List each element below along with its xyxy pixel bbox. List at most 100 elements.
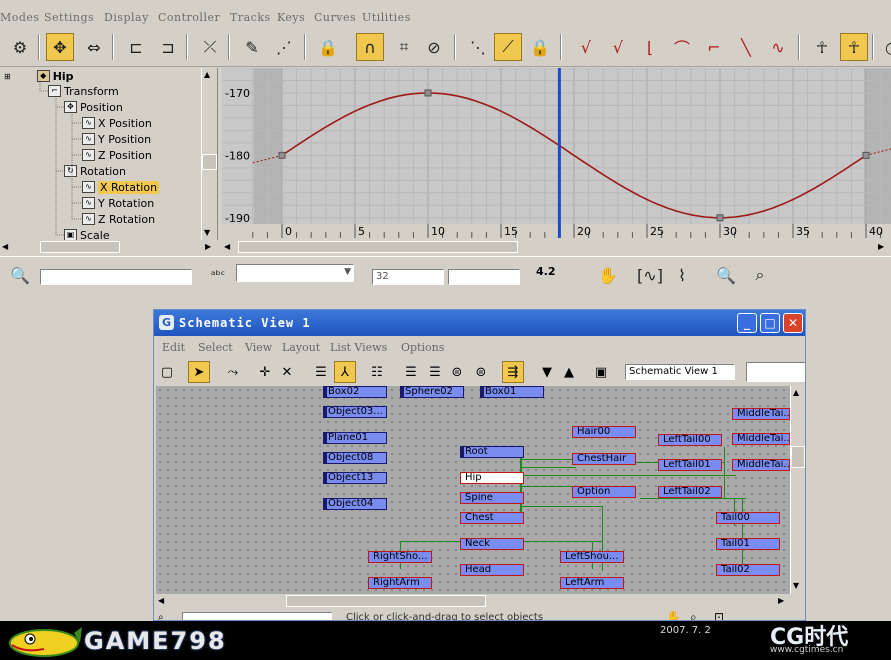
zoom-icon[interactable]: ⌕: [690, 610, 697, 620]
time-ruler[interactable]: 0 5 10 15 20 25 30 35 40: [222, 224, 891, 238]
node-option[interactable]: Option: [572, 486, 636, 498]
menu-tracks[interactable]: Tracks: [230, 11, 271, 24]
schematic-menu-view[interactable]: View: [245, 341, 272, 354]
node-object08[interactable]: Object08: [323, 452, 387, 464]
node-plane01[interactable]: Plane01: [323, 432, 387, 444]
frame-horizontal-icon[interactable]: [∿]: [636, 261, 664, 289]
scale-keys-icon[interactable]: ⊏: [122, 33, 150, 61]
node-hip[interactable]: Hip: [460, 472, 524, 484]
display-floater-icon[interactable]: ▢: [156, 361, 178, 383]
node-hair00[interactable]: Hair00: [572, 426, 636, 438]
node-chesthair[interactable]: ChestHair: [572, 453, 636, 465]
linear-tangent-icon[interactable]: ╲: [732, 33, 760, 61]
select-arrow-icon[interactable]: ➤: [188, 361, 210, 383]
value-field[interactable]: [448, 269, 520, 285]
node-lefttail02[interactable]: LeftTail02: [658, 486, 722, 498]
select-by-name-icon[interactable]: ᵃᵇᶜ: [204, 261, 232, 289]
tree-scroll-thumb[interactable]: [202, 154, 217, 170]
menu-controller[interactable]: Controller: [158, 11, 220, 24]
node-tail00[interactable]: Tail00: [716, 512, 780, 524]
add-keys-icon[interactable]: ⤫: [196, 33, 224, 61]
node-object03[interactable]: Object03...: [323, 406, 387, 418]
node-middletail-3[interactable]: MiddleTai...: [732, 459, 790, 471]
always-arrange-icon[interactable]: ☷: [366, 361, 388, 383]
node-neck[interactable]: Neck: [460, 538, 524, 550]
preferences-icon[interactable]: ▣: [590, 361, 612, 383]
schematic-canvas[interactable]: Box02 Sphere02 Box01 Object03... Plane01…: [156, 386, 790, 594]
schematic-menu-select[interactable]: Select: [198, 341, 233, 354]
schematic-menu-layout[interactable]: Layout: [282, 341, 320, 354]
node-leftarm[interactable]: LeftArm: [560, 577, 624, 589]
zoom-region-icon[interactable]: ⊡: [714, 610, 724, 620]
node-spine[interactable]: Spine: [460, 492, 524, 504]
node-tail02[interactable]: Tail02: [716, 564, 780, 576]
curve-hscroll-thumb[interactable]: [238, 241, 518, 253]
search-field[interactable]: [746, 362, 805, 382]
curve-horizontal-scrollbar[interactable]: ◀ ▶: [222, 240, 891, 254]
connect-icon[interactable]: ⤳: [222, 361, 244, 383]
maximize-button[interactable]: □: [760, 313, 780, 333]
filter-icon[interactable]: ⚙: [6, 33, 34, 61]
draw-curves-icon[interactable]: ✎: [238, 33, 266, 61]
pan-hand-icon[interactable]: ✋: [666, 610, 681, 620]
node-leftshou[interactable]: LeftShou...: [560, 551, 624, 563]
reduce-keys-icon[interactable]: ⋰: [270, 33, 298, 61]
show-tangents-icon[interactable]: ⌗: [390, 33, 418, 61]
references-mode-icon[interactable]: ⅄: [334, 361, 356, 383]
align-left-icon[interactable]: ⊜: [446, 361, 468, 383]
fast-tangent-icon[interactable]: ⌊: [636, 33, 664, 61]
hierarchy-mode-icon[interactable]: ☰: [310, 361, 332, 383]
track-selection-dropdown[interactable]: ▼: [236, 264, 354, 282]
step-tangent-icon[interactable]: ⌐: [700, 33, 728, 61]
view-name-field[interactable]: Schematic View 1: [625, 364, 735, 380]
align-right-icon[interactable]: ⊜: [470, 361, 492, 383]
tree-horizontal-scrollbar[interactable]: ◀ ▶: [0, 240, 217, 254]
node-object13[interactable]: Object13: [323, 472, 387, 484]
function-curve-graph[interactable]: -170 -180 -190: [222, 68, 891, 224]
filter-up-icon[interactable]: ▲: [558, 361, 580, 383]
snap-frames-icon[interactable]: ∩: [356, 33, 384, 61]
slow-tangent-icon[interactable]: ⌒: [668, 33, 696, 61]
expand-selected-icon[interactable]: ☰: [400, 361, 422, 383]
node-box02[interactable]: Box02: [323, 386, 387, 398]
node-rightarm[interactable]: RightArm: [368, 577, 432, 589]
minimize-button[interactable]: _: [737, 313, 757, 333]
node-head[interactable]: Head: [460, 564, 524, 576]
schematic-vscroll-thumb[interactable]: [791, 446, 805, 468]
menu-settings[interactable]: Settings: [44, 11, 94, 24]
auto-tangent-icon[interactable]: √: [572, 33, 600, 61]
node-tail01[interactable]: Tail01: [716, 538, 780, 550]
object-name-field[interactable]: [40, 269, 192, 285]
tree-vertical-scrollbar[interactable]: ▲ ▼: [201, 68, 217, 240]
node-lefttail00[interactable]: LeftTail00: [658, 434, 722, 446]
smooth-tangent-icon[interactable]: ∿: [764, 33, 792, 61]
schematic-vertical-scrollbar[interactable]: ▲ ▼: [790, 386, 805, 594]
zoom-selected-object-icon[interactable]: 🔍: [6, 261, 34, 289]
schematic-horizontal-scrollbar[interactable]: ◀ ▶: [156, 594, 790, 608]
schematic-name-field[interactable]: [182, 612, 332, 620]
scale-values-icon[interactable]: ⊐: [154, 33, 182, 61]
more-icon[interactable]: ○: [878, 33, 891, 61]
tree-hscroll-thumb[interactable]: [40, 241, 120, 253]
move-keys-icon[interactable]: ✥: [46, 33, 74, 61]
show-biped-icon[interactable]: ☥: [840, 33, 868, 61]
menu-utilities[interactable]: Utilities: [362, 11, 411, 24]
filter-down-icon[interactable]: ▼: [536, 361, 558, 383]
frame-field[interactable]: 32: [372, 269, 444, 285]
parameter-wiring-icon[interactable]: ✛: [254, 361, 276, 383]
show-links-icon[interactable]: ⇶: [502, 361, 524, 383]
pan-hand-icon[interactable]: ✋: [594, 261, 622, 289]
close-button[interactable]: ✕: [783, 313, 803, 333]
schematic-menu-list-views[interactable]: List Views: [330, 341, 387, 354]
menu-curves[interactable]: Curves: [314, 11, 356, 24]
node-root[interactable]: Root: [460, 446, 524, 458]
menu-modes[interactable]: Modes: [0, 11, 40, 24]
lock-selection-icon[interactable]: 🔒: [314, 33, 342, 61]
frame-values-icon[interactable]: ⌇: [668, 261, 696, 289]
zoom-icon[interactable]: 🔍: [712, 261, 740, 289]
schematic-hscroll-thumb[interactable]: [286, 595, 486, 607]
node-rightsho[interactable]: RightSho...: [368, 551, 432, 563]
no-tangents-icon[interactable]: ⊘: [420, 33, 448, 61]
node-middletail-1[interactable]: MiddleTai...: [732, 408, 790, 420]
menu-display[interactable]: Display: [104, 11, 149, 24]
